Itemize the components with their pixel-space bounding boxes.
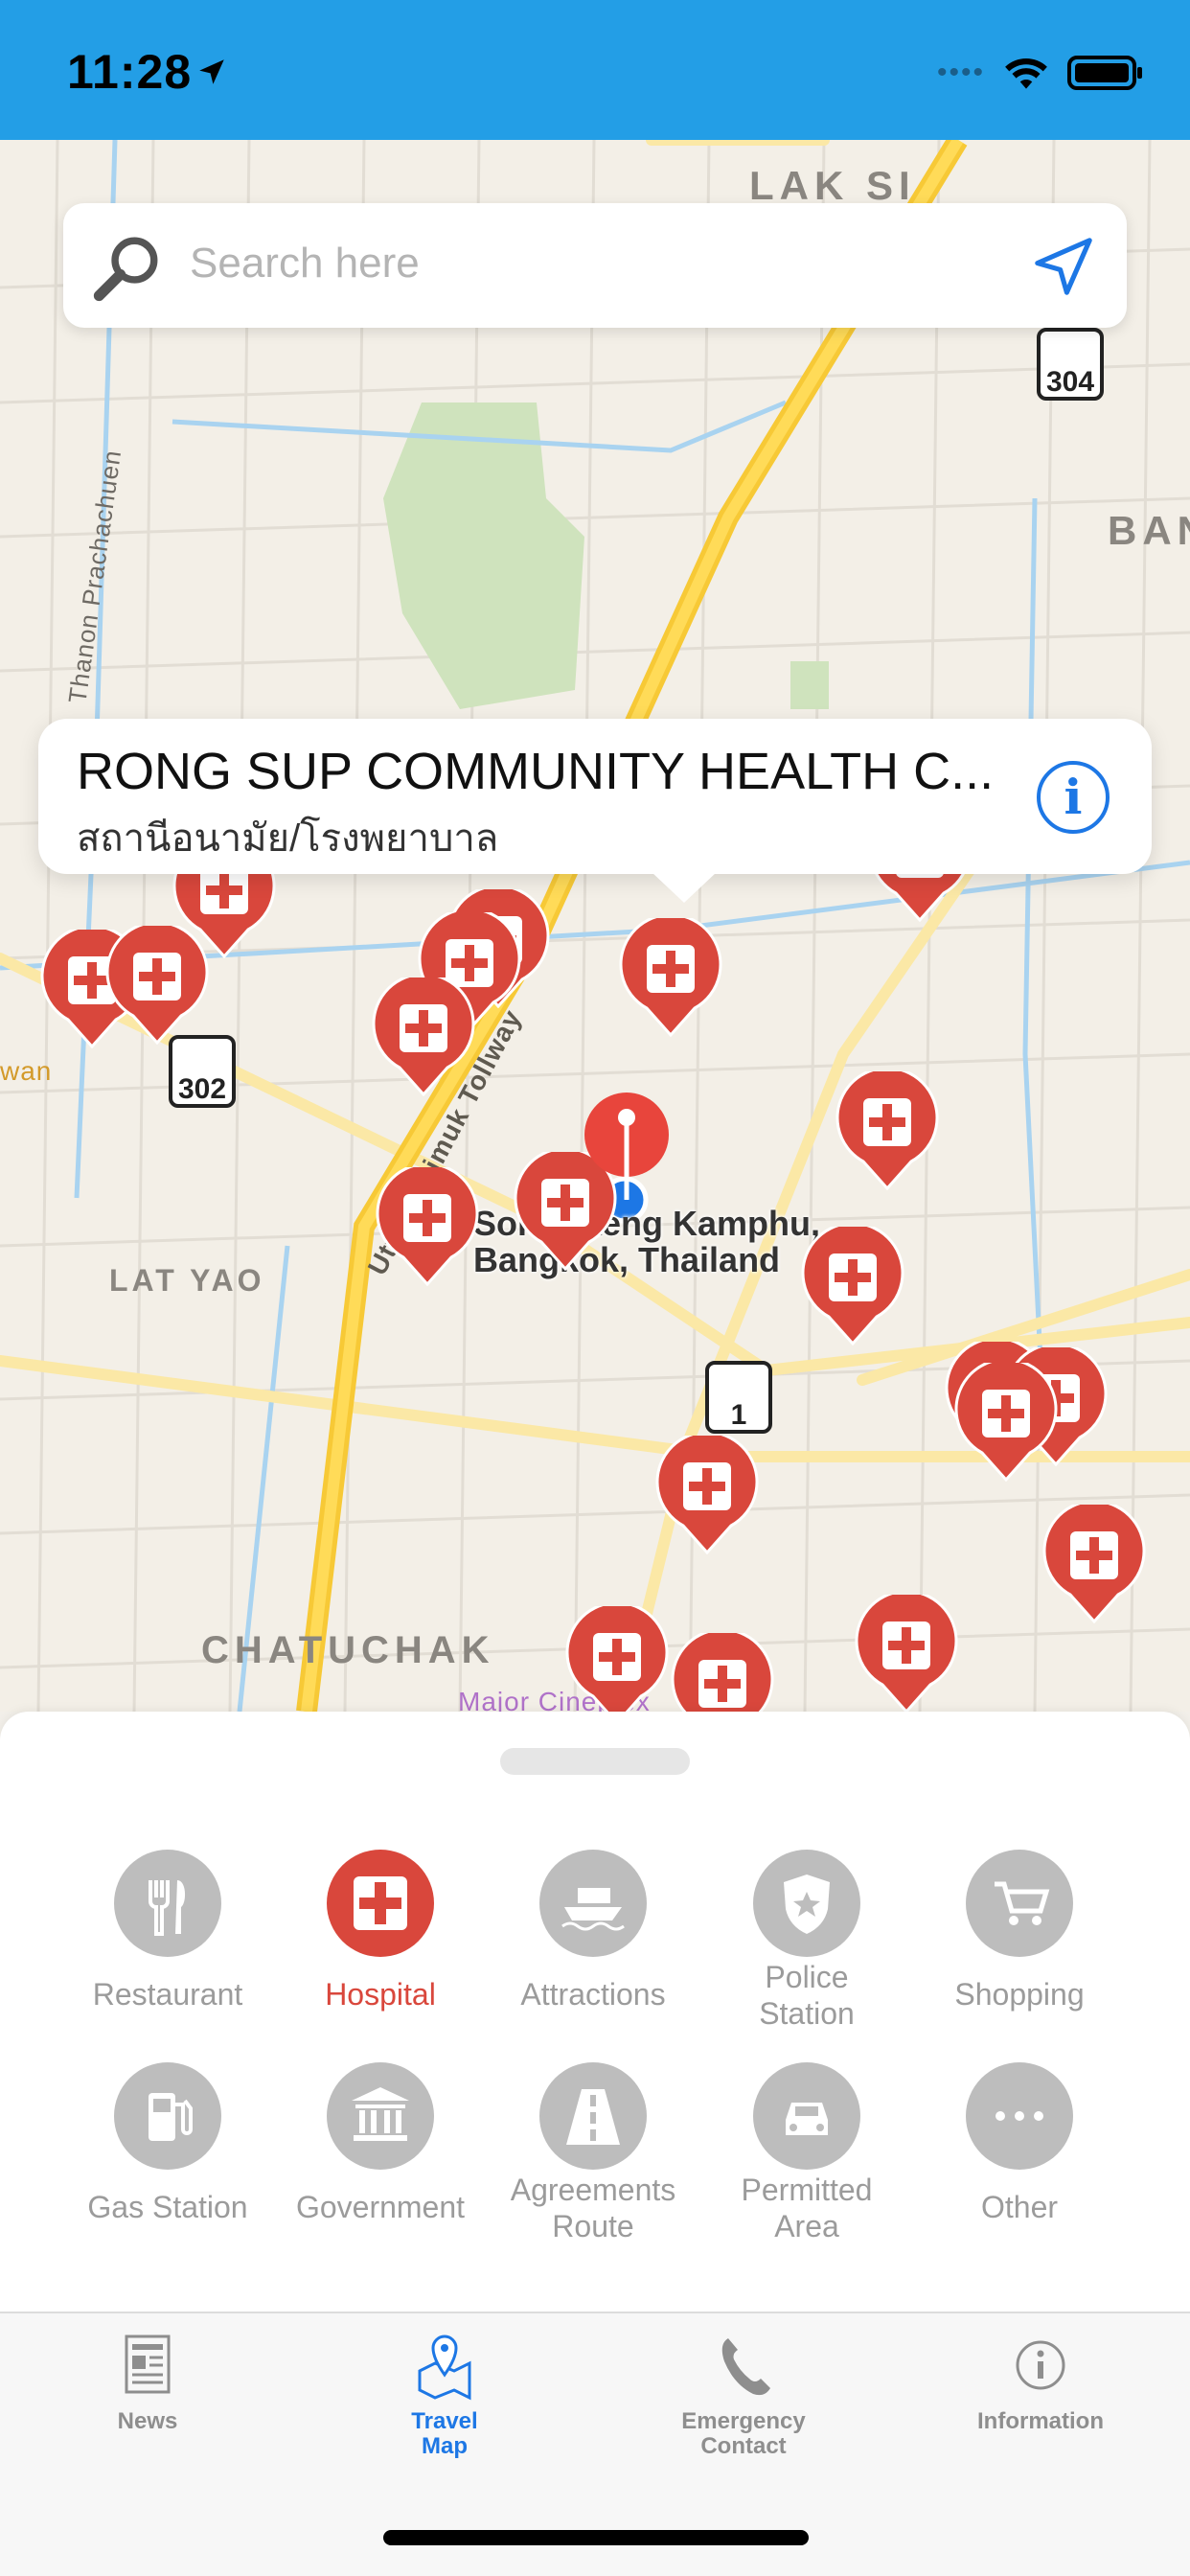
category-label: Agreements Route — [510, 2173, 676, 2243]
route-shield: 302 — [169, 1035, 236, 1108]
dropped-pin-icon[interactable] — [581, 1092, 673, 1208]
medical-cross-icon — [372, 978, 475, 1096]
info-icon — [945, 2327, 1136, 2404]
medical-cross-icon — [835, 1071, 939, 1190]
category-grid: Restaurant Hospital Attractions Police Stat… — [0, 1712, 1190, 2312]
district-label-chatuchak: CHATUCHAK — [201, 1629, 495, 1671]
search-bar[interactable]: Search here — [63, 203, 1127, 328]
district-label-lak-si: LAK SI — [749, 163, 916, 208]
hospital-marker[interactable] — [371, 978, 476, 1096]
route-shield: 1 — [705, 1361, 772, 1434]
tab-label: Emergency Contact — [681, 2408, 806, 2459]
hospital-marker[interactable] — [1041, 1505, 1147, 1623]
edge-label: wan — [0, 1056, 53, 1086]
route-shield: 304 — [1037, 328, 1104, 401]
medical-cross-icon — [619, 918, 722, 1037]
battery-icon — [1067, 56, 1142, 90]
tab-travel-map[interactable]: Travel Map — [349, 2327, 540, 2459]
category-label: Restaurant — [92, 1977, 243, 2012]
category-label: Hospital — [325, 1977, 436, 2012]
medical-cross-icon — [801, 1227, 904, 1346]
road-icon — [539, 2062, 647, 2170]
tab-label: Travel Map — [411, 2408, 478, 2459]
medical-cross-icon — [855, 1595, 958, 1714]
medical-cross-icon — [1042, 1505, 1146, 1623]
callout-title: RONG SUP COMMUNITY HEALTH C... — [77, 743, 995, 800]
home-indicator — [383, 2530, 809, 2545]
status-bar: 11:28 •••• — [0, 0, 1190, 140]
place-callout[interactable]: RONG SUP COMMUNITY HEALTH C... สถานีอนาม… — [38, 719, 1152, 903]
tab-information[interactable]: Information — [945, 2327, 1136, 2434]
medical-cross-icon — [376, 1167, 479, 1286]
category-label: Gas Station — [87, 2190, 248, 2224]
hospital-marker[interactable] — [654, 1436, 760, 1554]
category-sheet: Restaurant Hospital Attractions Police Stat… — [0, 1712, 1190, 2312]
category-label: Other — [980, 2190, 1059, 2224]
category-shopping[interactable]: Shopping — [913, 1850, 1126, 2012]
hospital-marker[interactable] — [564, 1606, 670, 1725]
newspaper-icon — [52, 2327, 243, 2404]
hospital-marker[interactable] — [375, 1167, 480, 1286]
fuel-pump-icon — [114, 2062, 221, 2170]
search-icon — [93, 237, 158, 302]
fork-knife-icon — [114, 1850, 221, 1957]
category-gas-station[interactable]: Gas Station — [61, 2062, 274, 2225]
more-dots-icon — [966, 2062, 1073, 2170]
hospital-marker[interactable] — [953, 1363, 1059, 1482]
navigation-arrow-icon[interactable] — [1031, 234, 1096, 299]
status-time: 11:28 — [67, 45, 193, 99]
location-arrow-icon — [199, 59, 224, 84]
district-label-ban: BAN — [1108, 508, 1190, 553]
tab-emergency-contact[interactable]: Emergency Contact — [648, 2327, 839, 2459]
cart-icon — [966, 1850, 1073, 1957]
medical-cross-icon — [565, 1606, 669, 1725]
phone-icon — [648, 2327, 839, 2404]
cellular-signal-icon: •••• — [936, 57, 985, 88]
hospital-marker[interactable] — [800, 1227, 905, 1346]
category-other[interactable]: Other — [913, 2062, 1126, 2225]
info-button[interactable]: i — [1037, 761, 1110, 834]
category-government[interactable]: Government — [274, 2062, 487, 2225]
search-input[interactable]: Search here — [190, 240, 420, 288]
hospital-marker[interactable] — [854, 1595, 959, 1714]
tab-label: Information — [977, 2408, 1104, 2434]
category-label: Shopping — [954, 1977, 1085, 2012]
category-label: Government — [295, 2190, 466, 2224]
category-attractions[interactable]: Attractions — [487, 1850, 699, 2012]
boat-icon — [539, 1850, 647, 1957]
medical-cross-icon — [105, 926, 209, 1045]
district-label-lat-yao: LAT YAO — [109, 1263, 265, 1298]
medical-cross-icon — [327, 1850, 434, 1957]
category-police-station[interactable]: Police Station — [700, 1850, 913, 2032]
hospital-marker[interactable] — [835, 1071, 940, 1190]
category-hospital[interactable]: Hospital — [274, 1850, 487, 2012]
hospital-marker[interactable] — [618, 918, 723, 1037]
tab-news[interactable]: News — [52, 2327, 243, 2434]
map-pin-icon — [349, 2327, 540, 2404]
tab-label: News — [117, 2408, 178, 2434]
category-permitted-area[interactable]: Permitted Area — [700, 2062, 913, 2244]
category-label: Police Station — [759, 1960, 855, 2031]
category-restaurant[interactable]: Restaurant — [61, 1850, 274, 2012]
medical-cross-icon — [655, 1436, 759, 1554]
status-indicators: •••• — [937, 54, 1144, 92]
category-agreements-route[interactable]: Agreements Route — [487, 2062, 699, 2244]
category-label: Permitted Area — [741, 2173, 873, 2243]
police-badge-icon — [753, 1850, 860, 1957]
callout-subtitle: สถานีอนามัย/โรงพยาบาล — [77, 817, 499, 860]
medical-cross-icon — [954, 1363, 1058, 1482]
car-icon — [753, 2062, 860, 2170]
category-label: Attractions — [520, 1977, 666, 2012]
government-building-icon — [327, 2062, 434, 2170]
hospital-marker[interactable] — [104, 926, 210, 1045]
wifi-icon — [1005, 58, 1047, 89]
